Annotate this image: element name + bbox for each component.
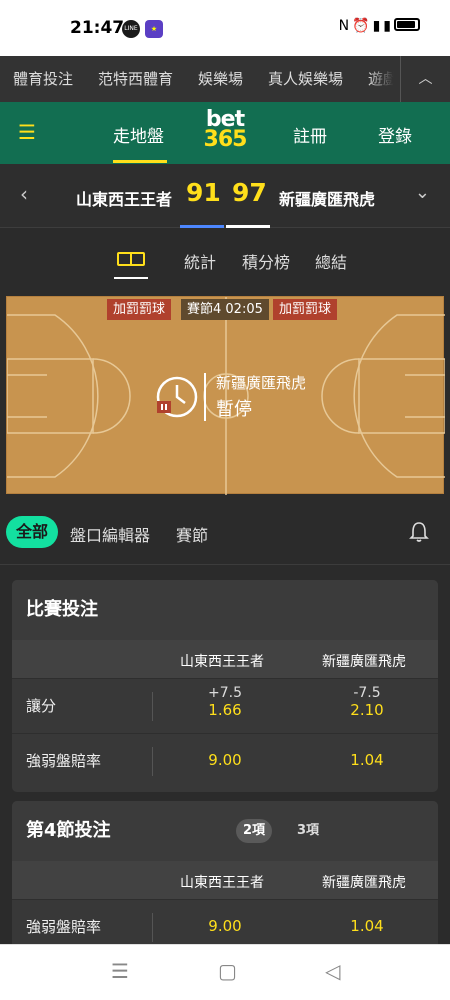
logo-text-365: 365: [203, 127, 248, 152]
match-betting-title[interactable]: 比賽投注: [12, 580, 438, 640]
col-home-team: 山東西王王者: [180, 654, 264, 670]
active-nav-indicator: [113, 160, 167, 163]
scoreboard: ‹ 山東西王王者 91 97 新疆廣匯飛虎 ⌄: [0, 164, 450, 228]
handicap-line: -7.5: [353, 685, 381, 701]
tab-summary[interactable]: 總結: [315, 249, 347, 273]
game-icon: ★: [145, 20, 163, 38]
odds-value: 2.10: [350, 701, 384, 719]
away-team: 新疆廣匯飛虎: [279, 190, 376, 209]
signal-icon: ▮▮: [372, 18, 394, 34]
timeout-clock-icon: [156, 376, 198, 418]
live-court: 加罰罰球 賽節4 02:05 加罰罰球 新疆廣匯飛虎 暫停: [6, 296, 445, 495]
col-away-team: 新疆廣匯飛虎: [322, 654, 406, 670]
odds-cell-away[interactable]: 1.04: [297, 917, 437, 935]
active-tab-indicator: [114, 277, 148, 279]
status-bar: 21:47 LINE ★ N⏰▮▮: [0, 0, 450, 56]
market-filters: 全部 盤口編輯器 賽節: [0, 508, 450, 565]
table-row: 強弱盤賠率 9.00 1.04: [12, 899, 438, 944]
tab-standings[interactable]: 積分榜: [242, 249, 290, 273]
odds-value: 1.66: [208, 701, 242, 719]
odds-cell-away[interactable]: 1.04: [297, 751, 437, 769]
system-nav-bar: ☰ ▢ ◁: [0, 944, 450, 1000]
bell-icon[interactable]: [409, 521, 429, 543]
timeout-label: 暫停: [216, 399, 252, 420]
category-nav: 體育投注 范特西體育 娛樂場 真人娛樂場 遊戲 ︿: [0, 56, 450, 102]
odds-cell-home[interactable]: 9.00: [155, 917, 295, 935]
table-row: 強弱盤賠率 9.00 1.04: [12, 733, 438, 788]
filter-all[interactable]: 全部: [6, 516, 59, 548]
table-row: 讓分 +7.5 1.66 -7.5 2.10: [12, 678, 438, 733]
category-sports[interactable]: 體育投注: [13, 68, 73, 89]
match-tabs: 統計 積分榜 總結: [0, 228, 450, 292]
system-icons: N⏰▮▮: [339, 18, 420, 34]
bet365-logo[interactable]: bet 365: [202, 109, 248, 152]
nav-live[interactable]: 走地盤: [113, 122, 164, 147]
filter-quarters[interactable]: 賽節: [176, 522, 208, 546]
court-icon[interactable]: [117, 252, 145, 266]
alarm-icon: ⏰: [352, 18, 373, 34]
category-casino[interactable]: 娛樂場: [198, 68, 243, 89]
chevron-up-icon[interactable]: ︿: [400, 56, 450, 102]
period-clock: 賽節4 02:05: [181, 299, 269, 320]
odds-cell-home[interactable]: +7.5 1.66: [155, 685, 295, 719]
back-icon[interactable]: ◁: [325, 959, 340, 983]
menu-icon[interactable]: ☰: [111, 959, 129, 983]
home-score: 91: [186, 178, 221, 207]
free-throw-badge-right: 加罰罰球: [273, 299, 338, 320]
category-fantasy[interactable]: 范特西體育: [98, 68, 173, 89]
chevron-down-icon[interactable]: ⌄: [415, 182, 430, 203]
site-header: ☰ 走地盤 bet 365 註冊 登錄: [0, 102, 450, 164]
match-betting-header: 山東西王王者 新疆廣匯飛虎: [12, 640, 438, 678]
odds-cell-home[interactable]: 9.00: [155, 751, 295, 769]
status-time: 21:47: [70, 18, 125, 38]
home-team: 山東西王王者: [76, 190, 173, 209]
row-label: 讓分: [26, 697, 57, 715]
match-betting-card: 比賽投注 山東西王王者 新疆廣匯飛虎 讓分 +7.5 1.66 -7.5 2.1…: [12, 580, 438, 792]
tab-stats[interactable]: 統計: [184, 249, 216, 273]
register-button[interactable]: 註冊: [293, 122, 327, 147]
home-icon[interactable]: ▢: [218, 959, 237, 983]
login-button[interactable]: 登錄: [378, 122, 412, 147]
col-away-team: 新疆廣匯飛虎: [322, 875, 406, 891]
line-icon: LINE: [122, 20, 140, 38]
quarter-betting-header: 山東西王王者 新疆廣匯飛虎: [12, 861, 438, 899]
timeout-team: 新疆廣匯飛虎: [216, 374, 307, 392]
tab-2-way[interactable]: 2項: [236, 819, 273, 843]
quarter-betting-card: 第4節投注 2項 3項 山東西王王者 新疆廣匯飛虎 強弱盤賠率 9.00 1.0…: [12, 801, 438, 944]
handicap-line: +7.5: [208, 685, 242, 701]
nfc-icon: N: [338, 18, 353, 34]
filter-bet-builder[interactable]: 盤口編輯器: [70, 522, 150, 546]
odds-cell-away[interactable]: -7.5 2.10: [297, 685, 437, 719]
hamburger-icon[interactable]: ☰: [18, 120, 36, 144]
chevron-left-icon[interactable]: ‹: [20, 182, 28, 206]
col-home-team: 山東西王王者: [180, 875, 264, 891]
row-label: 強弱盤賠率: [26, 752, 102, 770]
row-label: 強弱盤賠率: [26, 918, 102, 936]
away-score: 97: [232, 178, 267, 207]
quarter-betting-title-bar: 第4節投注 2項 3項: [12, 801, 438, 861]
free-throw-badge-left: 加罰罰球: [107, 299, 172, 320]
court-divider: [204, 373, 206, 421]
battery-icon: [394, 18, 420, 31]
quarter-betting-title[interactable]: 第4節投注: [26, 820, 111, 841]
tab-3-way[interactable]: 3項: [290, 819, 326, 843]
category-live-casino[interactable]: 真人娛樂場: [268, 68, 343, 89]
